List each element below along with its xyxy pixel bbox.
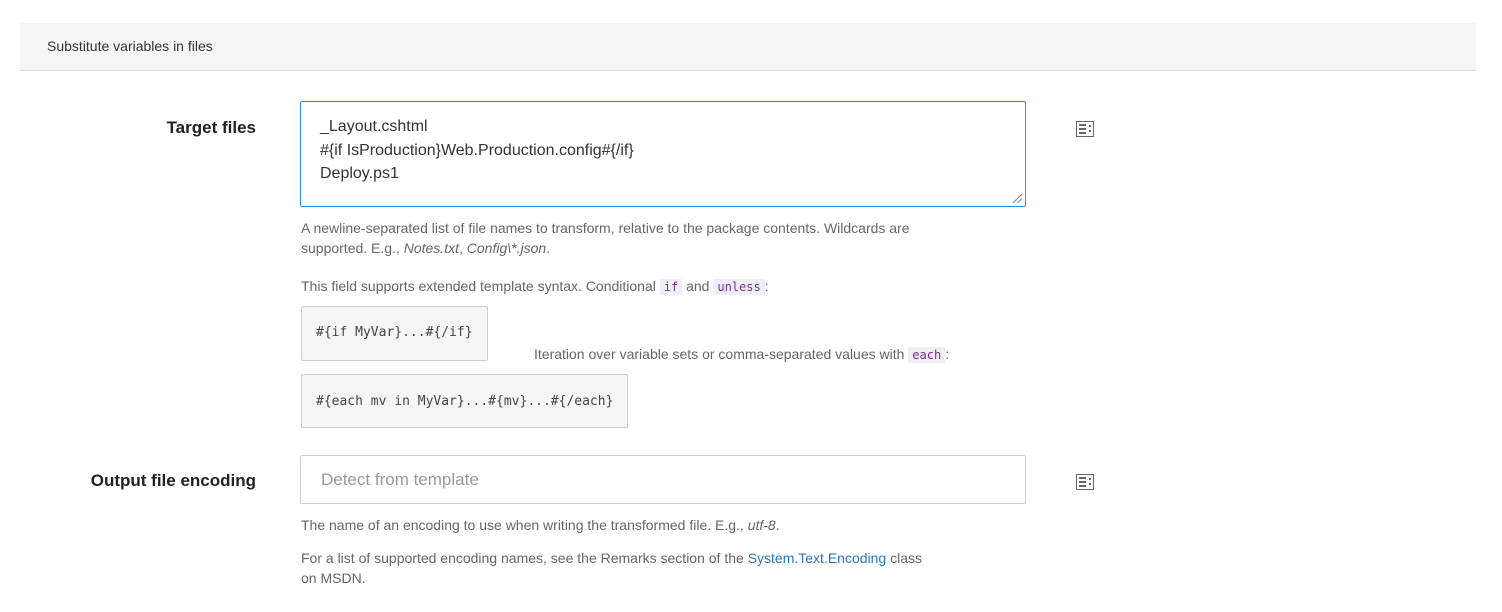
output-encoding-label: Output file encoding [90,471,256,490]
target-files-line: _Layout.cshtml [320,118,428,135]
system-text-encoding-link[interactable]: System.Text.Encoding [748,550,887,566]
inline-code-unless: unless [713,279,765,295]
target-files-line: #{if IsProduction}Web.Production.config#… [320,141,634,159]
template-syntax-help: This field supports extended template sy… [301,278,769,295]
target-files-help: A newline-separated list of file names t… [301,220,910,256]
code-example-each: #{each mv in MyVar}...#{mv}...#{/each} [301,374,629,428]
inline-code-if: if [659,279,683,295]
variable-picker-icon[interactable] [1076,121,1094,137]
code-example-if: #{if MyVar}...#{/if} [301,306,488,361]
target-files-line: Deploy.ps1 [320,165,399,182]
resize-handle[interactable] [1013,194,1022,203]
iteration-help: Iteration over variable sets or comma-se… [534,346,950,363]
section-title: Substitute variables in files [47,38,213,54]
output-encoding-placeholder: Detect from template [321,470,479,489]
target-files-label: Target files [166,118,256,137]
inline-code-each: each [908,347,946,363]
variable-picker-icon[interactable] [1076,474,1094,490]
output-encoding-help: The name of an encoding to use when writ… [301,517,780,533]
output-encoding-input[interactable]: Detect from template [300,455,1026,504]
target-files-textarea[interactable]: _Layout.cshtml #{if IsProduction}Web.Pro… [300,101,1026,207]
encoding-list-help: For a list of supported encoding names, … [301,550,922,586]
section-header: Substitute variables in files [20,23,1476,71]
